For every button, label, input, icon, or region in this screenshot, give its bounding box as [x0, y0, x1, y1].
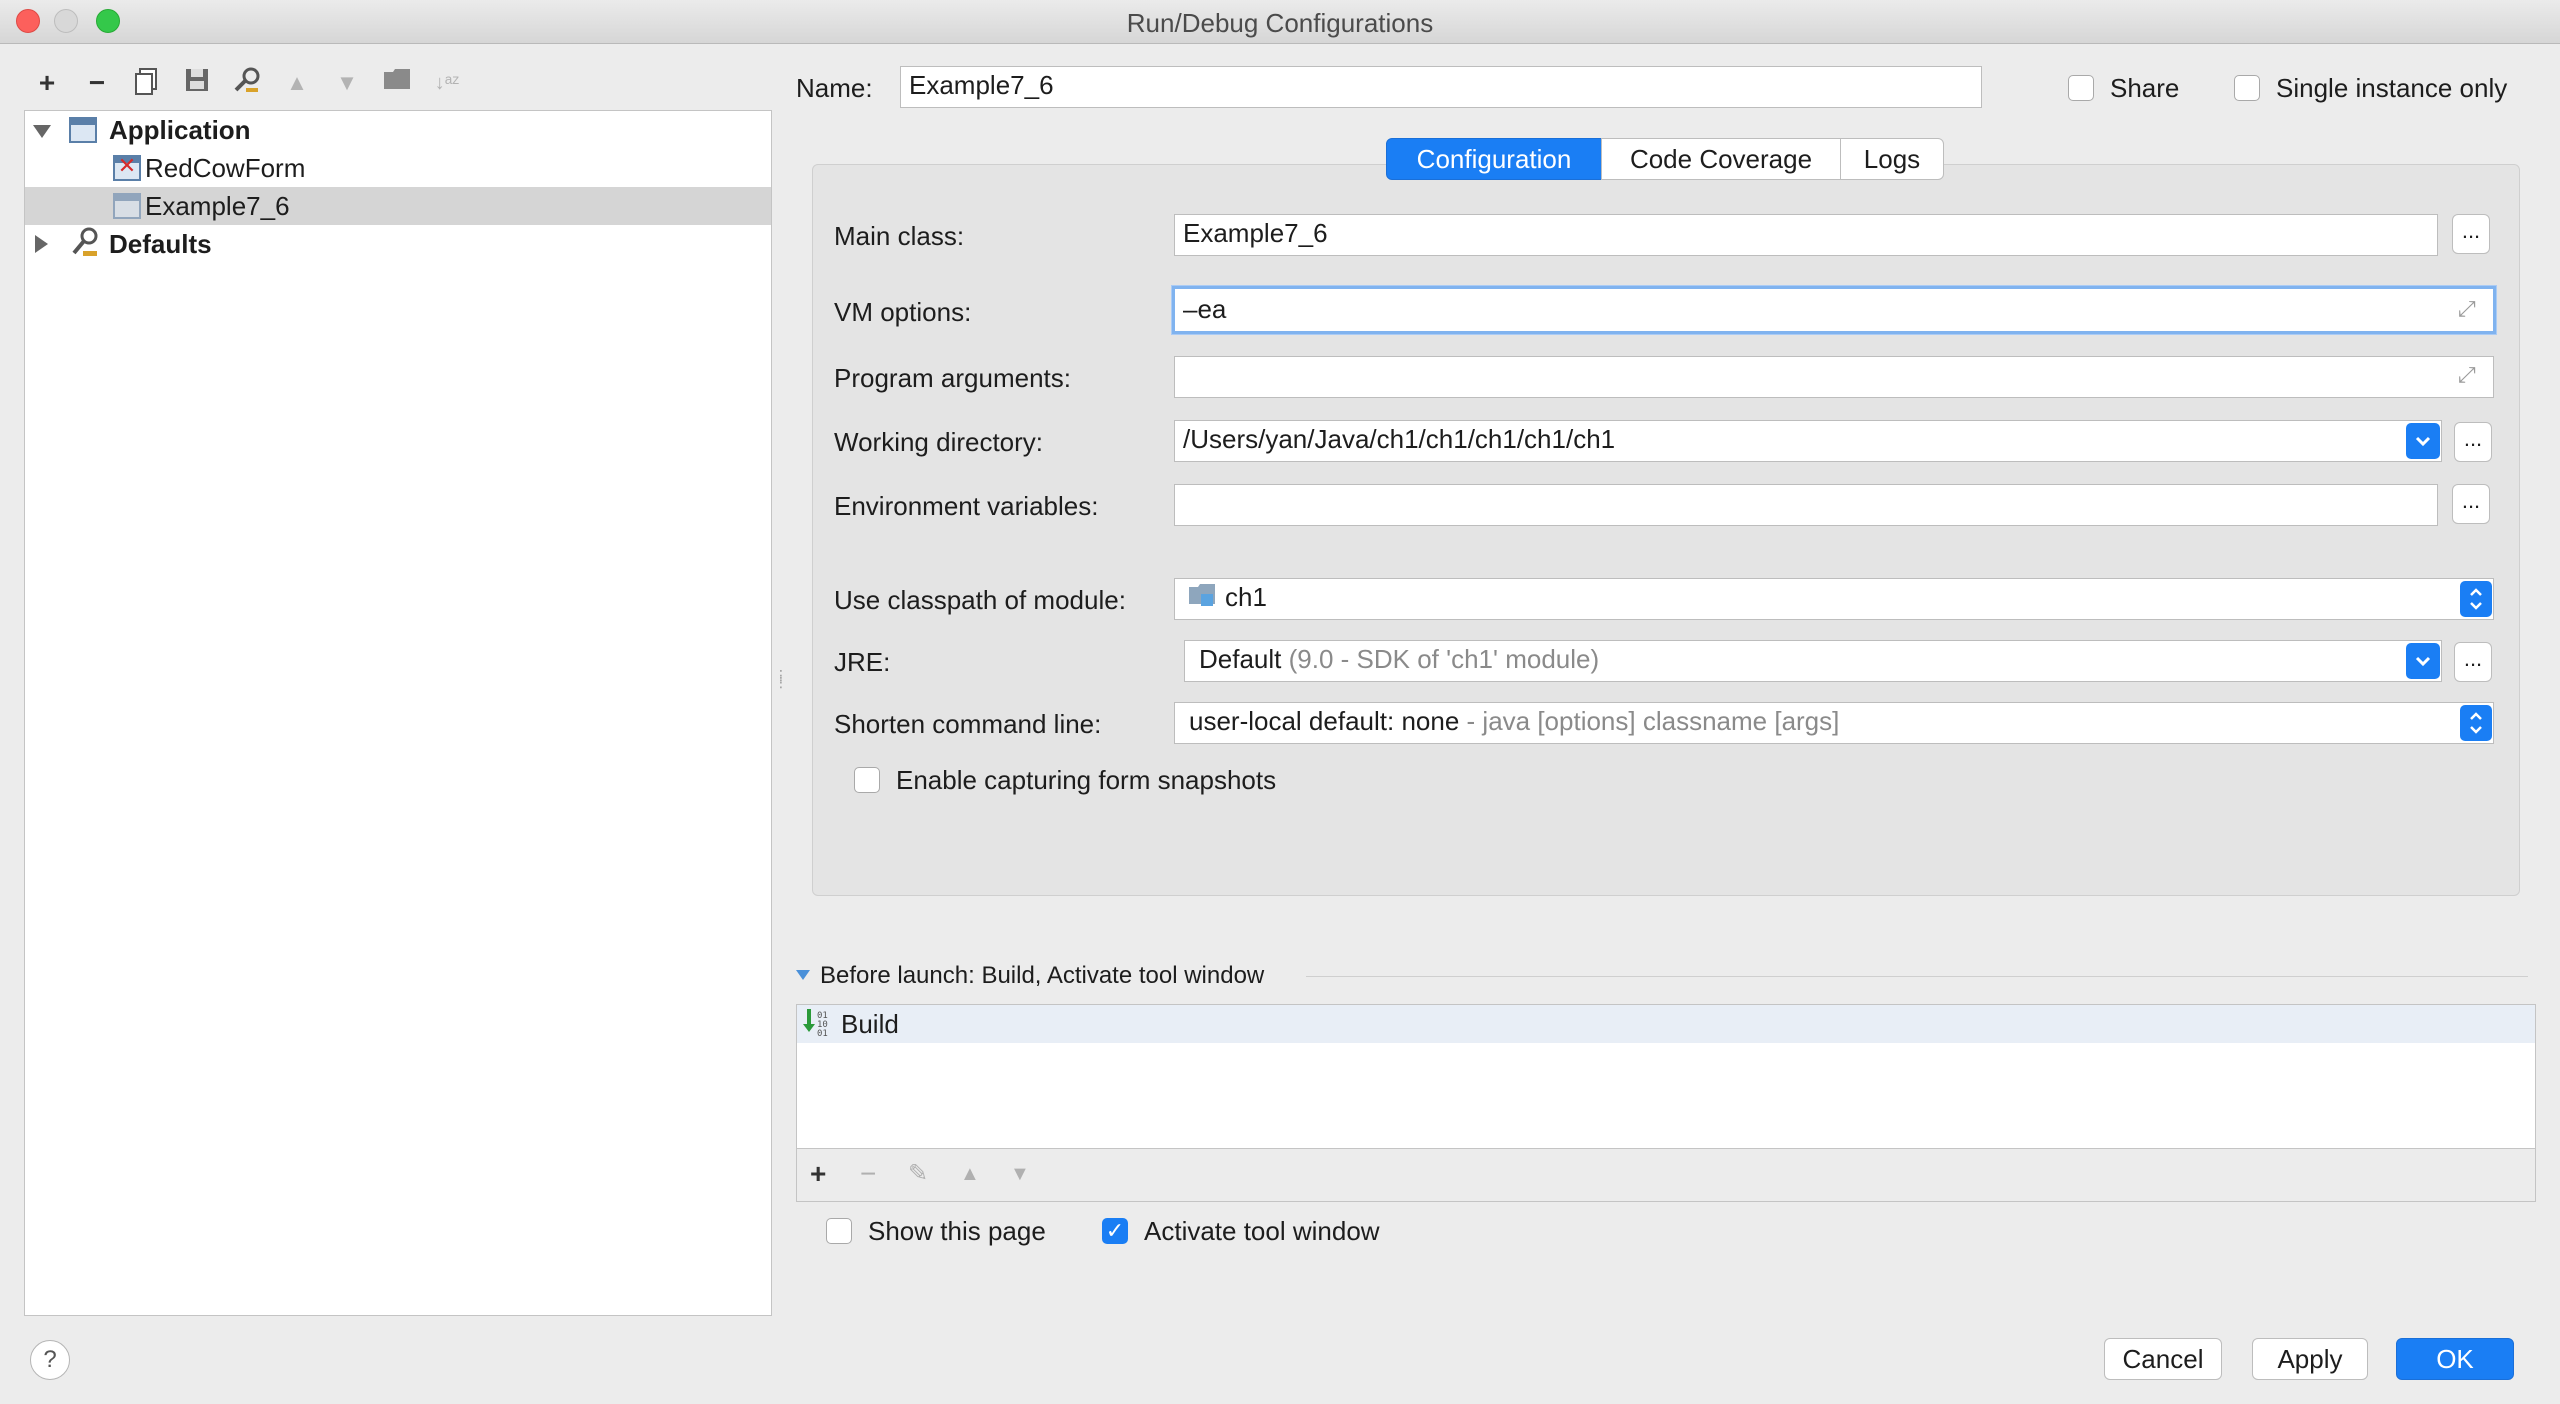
- jre-value: Default: [1199, 644, 1282, 674]
- classpath-module-stepper[interactable]: [2460, 581, 2492, 617]
- jre-dropdown-button[interactable]: [2406, 643, 2440, 679]
- single-instance-label: Single instance only: [2276, 73, 2508, 103]
- tree-node-application[interactable]: Application: [25, 111, 771, 149]
- shorten-command-line-select[interactable]: user-local default: none - java [options…: [1174, 702, 2494, 744]
- copy-configuration-icon[interactable]: [130, 66, 164, 100]
- main-class-label: Main class:: [834, 221, 965, 251]
- single-instance-checkbox[interactable]: [2234, 75, 2260, 101]
- main-class-input[interactable]: Example7_6: [1174, 214, 2438, 256]
- help-button[interactable]: ?: [30, 1340, 70, 1380]
- vm-options-label: VM options:: [834, 297, 972, 327]
- expand-arrow-icon[interactable]: [33, 125, 51, 138]
- working-directory-dropdown-button[interactable]: [2406, 423, 2440, 459]
- jre-label: JRE:: [834, 647, 891, 677]
- show-this-page-label: Show this page: [868, 1216, 1046, 1246]
- classpath-module-value: ch1: [1225, 582, 1267, 612]
- folder-icon[interactable]: [380, 66, 414, 100]
- share-checkbox[interactable]: [2068, 75, 2094, 101]
- activate-tool-window-label: Activate tool window: [1144, 1216, 1380, 1246]
- svg-text:01: 01: [817, 1029, 828, 1039]
- application-icon: [69, 117, 97, 143]
- tree-label-redcowform: RedCowForm: [145, 153, 306, 183]
- edit-task-pencil-icon[interactable]: ✎: [908, 1158, 928, 1190]
- classpath-module-label: Use classpath of module:: [834, 585, 1126, 615]
- move-task-up-icon[interactable]: ▲: [960, 1158, 980, 1190]
- before-launch-divider: [1306, 976, 2528, 977]
- module-folder-icon: [1187, 581, 1217, 617]
- sort-alphabetically-icon[interactable]: ↓ᵃᶻ: [430, 66, 464, 100]
- shorten-command-line-hint: - java [options] classname [args]: [1466, 706, 1840, 736]
- move-task-down-icon[interactable]: ▼: [1010, 1158, 1030, 1190]
- show-this-page-checkbox[interactable]: [826, 1218, 852, 1244]
- tab-configuration[interactable]: Configuration: [1386, 138, 1602, 180]
- before-launch-collapse-icon[interactable]: [796, 970, 810, 980]
- main-class-browse-button[interactable]: ...: [2452, 214, 2490, 254]
- remove-configuration-icon[interactable]: −: [80, 66, 114, 100]
- tree-label-defaults: Defaults: [109, 229, 212, 259]
- splitter-handle[interactable]: ⋮ ⋮: [774, 668, 788, 700]
- working-directory-input[interactable]: /Users/yan/Java/ch1/ch1/ch1/ch1/ch1: [1174, 420, 2442, 462]
- move-down-icon[interactable]: ▼: [330, 66, 364, 100]
- name-label: Name:: [796, 73, 873, 103]
- vm-options-value: –ea: [1183, 294, 1227, 324]
- expand-editor-icon[interactable]: ⤢: [2458, 362, 2476, 388]
- working-directory-label: Working directory:: [834, 427, 1044, 457]
- window-titlebar: Run/Debug Configurations: [0, 0, 2560, 44]
- list-item[interactable]: 01 10 01 Build: [797, 1005, 2535, 1043]
- window-title: Run/Debug Configurations: [1126, 8, 1434, 38]
- configuration-tree[interactable]: Application ✕ RedCowForm Example7_6 Defa…: [24, 110, 772, 1316]
- shorten-command-line-label: Shorten command line:: [834, 709, 1102, 739]
- capture-snapshots-checkbox[interactable]: [854, 767, 880, 793]
- jre-select[interactable]: Default (9.0 - SDK of 'ch1' module): [1184, 640, 2442, 682]
- shorten-command-line-stepper[interactable]: [2460, 705, 2492, 741]
- edit-defaults-wrench-icon[interactable]: [230, 66, 264, 100]
- jre-hint: (9.0 - SDK of 'ch1' module): [1288, 644, 1600, 674]
- environment-variables-label: Environment variables:: [834, 491, 1099, 521]
- name-input[interactable]: Example7_6: [900, 66, 1982, 108]
- cancel-button[interactable]: Cancel: [2104, 1338, 2222, 1380]
- remove-task-icon[interactable]: −: [860, 1158, 876, 1190]
- application-icon: [113, 193, 141, 219]
- tab-code-coverage[interactable]: Code Coverage: [1601, 138, 1841, 180]
- share-label: Share: [2110, 73, 2180, 103]
- error-cross-icon: ✕: [117, 153, 137, 178]
- tree-node-defaults[interactable]: Defaults: [25, 225, 771, 263]
- collapse-arrow-icon[interactable]: [35, 235, 48, 253]
- tree-node-redcowform[interactable]: ✕ RedCowForm: [25, 149, 771, 187]
- activate-tool-window-checkbox[interactable]: ✓: [1102, 1218, 1128, 1244]
- tree-label-example7-6: Example7_6: [145, 191, 290, 221]
- build-icon: 01 10 01: [801, 1007, 831, 1046]
- tree-node-example7-6[interactable]: Example7_6: [25, 187, 771, 225]
- classpath-module-select[interactable]: ch1: [1174, 578, 2494, 620]
- environment-variables-input[interactable]: [1174, 484, 2438, 526]
- program-arguments-label: Program arguments:: [834, 363, 1071, 393]
- tab-logs[interactable]: Logs: [1840, 138, 1944, 180]
- apply-button[interactable]: Apply: [2252, 1338, 2368, 1380]
- ok-button[interactable]: OK: [2396, 1338, 2514, 1380]
- build-item-label: Build: [841, 1009, 899, 1039]
- before-launch-toolbar: [796, 1148, 2536, 1202]
- add-task-icon[interactable]: +: [810, 1158, 826, 1190]
- save-configuration-icon[interactable]: [180, 66, 214, 100]
- program-arguments-input[interactable]: [1174, 356, 2494, 398]
- capture-snapshots-label: Enable capturing form snapshots: [896, 765, 1277, 795]
- defaults-wrench-icon: [69, 225, 101, 269]
- jre-browse-button[interactable]: ...: [2454, 642, 2492, 682]
- vm-options-input[interactable]: –ea: [1172, 286, 2496, 334]
- add-configuration-icon[interactable]: +: [30, 66, 64, 100]
- working-directory-browse-button[interactable]: ...: [2454, 422, 2492, 462]
- before-launch-title: Before launch: Build, Activate tool wind…: [820, 962, 1265, 989]
- shorten-command-line-value: user-local default: none: [1189, 706, 1460, 736]
- move-up-icon[interactable]: ▲: [280, 66, 314, 100]
- expand-editor-icon[interactable]: ⤢: [2458, 296, 2476, 322]
- environment-variables-browse-button[interactable]: ...: [2452, 484, 2490, 524]
- tree-label-application: Application: [109, 115, 251, 145]
